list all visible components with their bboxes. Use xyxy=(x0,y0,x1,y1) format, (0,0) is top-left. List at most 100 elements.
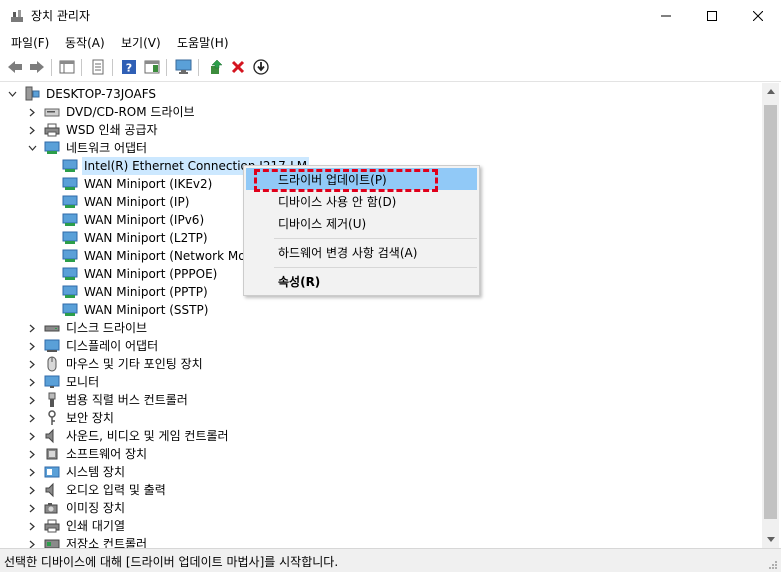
tree-device-wan-ip[interactable]: WAN Miniport (IP) xyxy=(44,193,191,211)
forward-button[interactable] xyxy=(27,57,47,77)
chevron-right-icon[interactable] xyxy=(26,481,38,499)
context-item-properties[interactable]: 속성(R) xyxy=(246,270,477,292)
chevron-right-icon[interactable] xyxy=(26,103,38,121)
system-device-icon xyxy=(44,464,60,480)
menu-view[interactable]: 보기(V) xyxy=(121,34,161,51)
chevron-right-icon[interactable] xyxy=(26,319,38,337)
tree-device-wan-pptp[interactable]: WAN Miniport (PPTP) xyxy=(44,283,210,301)
chevron-right-icon[interactable] xyxy=(26,355,38,373)
maximize-button[interactable] xyxy=(689,0,735,31)
properties-pane-icon xyxy=(59,60,75,74)
scroll-down-icon[interactable] xyxy=(762,531,779,548)
help-button[interactable]: ? xyxy=(119,57,139,77)
tree-category-storage[interactable]: 저장소 컨트롤러 xyxy=(26,535,149,548)
menu-bar: 파일(F) 동작(A) 보기(V) 도움말(H) xyxy=(0,31,781,53)
chevron-right-icon[interactable] xyxy=(26,121,38,139)
tree-root[interactable]: DESKTOP-73JOAFS xyxy=(6,85,158,103)
device-tree[interactable]: DESKTOP-73JOAFS DVD/CD-ROM 드라이브 WSD 인쇄 공… xyxy=(0,83,762,548)
network-adapter-icon xyxy=(62,158,78,174)
mouse-icon xyxy=(44,356,60,372)
tree-category-imaging[interactable]: 이미징 장치 xyxy=(26,499,127,517)
tree-category-disk[interactable]: 디스크 드라이브 xyxy=(26,319,149,337)
resize-grip-icon[interactable] xyxy=(768,559,778,569)
close-icon xyxy=(753,10,763,21)
speaker-icon xyxy=(44,428,60,444)
chevron-down-icon[interactable] xyxy=(6,85,18,103)
context-item-update-driver[interactable]: 드라이버 업데이트(P) xyxy=(246,168,477,190)
printer-icon xyxy=(44,122,60,138)
chevron-right-icon[interactable] xyxy=(26,499,38,517)
context-item-uninstall-device[interactable]: 디바이스 제거(U) xyxy=(246,212,477,234)
chevron-right-icon[interactable] xyxy=(26,445,38,463)
network-adapter-icon xyxy=(62,176,78,192)
chevron-down-icon[interactable] xyxy=(26,139,38,157)
software-device-icon xyxy=(44,446,60,462)
action-pane-button[interactable] xyxy=(142,57,162,77)
context-item-disable-device[interactable]: 디바이스 사용 안 함(D) xyxy=(246,190,477,212)
menu-action[interactable]: 동작(A) xyxy=(65,34,105,51)
menu-file[interactable]: 파일(F) xyxy=(11,34,49,51)
tree-category-security[interactable]: 보안 장치 xyxy=(26,409,116,427)
disk-drive-icon xyxy=(44,320,60,336)
printer-icon xyxy=(44,518,60,534)
context-item-scan-hardware[interactable]: 하드웨어 변경 사항 검색(A) xyxy=(246,241,477,263)
network-adapter-icon xyxy=(62,266,78,282)
tree-category-usb[interactable]: 범용 직렬 버스 컨트롤러 xyxy=(26,391,190,409)
tree-device-wan-sstp[interactable]: WAN Miniport (SSTP) xyxy=(44,301,210,319)
tree-device-wan-pppoe[interactable]: WAN Miniport (PPPOE) xyxy=(44,265,219,283)
minimize-button[interactable] xyxy=(643,0,689,31)
device-list-icon xyxy=(92,59,104,75)
tree-category-dvd[interactable]: DVD/CD-ROM 드라이브 xyxy=(26,103,197,121)
menu-help[interactable]: 도움말(H) xyxy=(177,34,229,51)
scan-hardware-button[interactable] xyxy=(174,57,194,77)
tree-device-wan-ikev2[interactable]: WAN Miniport (IKEv2) xyxy=(44,175,214,193)
uninstall-button[interactable] xyxy=(228,57,248,77)
network-adapter-icon xyxy=(62,248,78,264)
tree-category-print-queue[interactable]: 인쇄 대기열 xyxy=(26,517,127,535)
tree-category-audio-io[interactable]: 오디오 입력 및 출력 xyxy=(26,481,168,499)
monitor-scan-icon xyxy=(175,59,192,74)
device-list-button[interactable] xyxy=(88,57,108,77)
update-driver-button[interactable] xyxy=(206,57,226,77)
network-adapter-icon xyxy=(62,212,78,228)
scroll-thumb[interactable] xyxy=(764,105,777,519)
tree-category-sound[interactable]: 사운드, 비디오 및 게임 컨트롤러 xyxy=(26,427,231,445)
chevron-right-icon[interactable] xyxy=(26,391,38,409)
minimize-icon xyxy=(661,15,671,16)
vertical-scrollbar[interactable] xyxy=(762,83,779,548)
tree-category-wsd[interactable]: WSD 인쇄 공급자 xyxy=(26,121,160,139)
download-icon xyxy=(253,59,269,75)
download-button[interactable] xyxy=(251,57,271,77)
scroll-up-icon[interactable] xyxy=(762,83,779,100)
tree-device-wan-l2tp[interactable]: WAN Miniport (L2TP) xyxy=(44,229,210,247)
tree-device-wan-ipv6[interactable]: WAN Miniport (IPv6) xyxy=(44,211,206,229)
camera-icon xyxy=(44,500,60,516)
display-adapter-icon xyxy=(44,338,60,354)
chevron-right-icon[interactable] xyxy=(26,409,38,427)
chevron-right-icon[interactable] xyxy=(26,373,38,391)
monitor-icon xyxy=(44,374,60,390)
network-adapter-icon xyxy=(62,194,78,210)
network-adapter-icon xyxy=(62,284,78,300)
tree-category-mouse[interactable]: 마우스 및 기타 포인팅 장치 xyxy=(26,355,205,373)
computer-name: DESKTOP-73JOAFS xyxy=(46,87,157,101)
back-button[interactable] xyxy=(5,57,25,77)
tree-category-monitor[interactable]: 모니터 xyxy=(26,373,101,391)
close-button[interactable] xyxy=(735,0,781,31)
context-separator xyxy=(274,238,477,239)
properties-pane-button[interactable] xyxy=(57,57,77,77)
help-icon: ? xyxy=(122,60,136,75)
chevron-right-icon[interactable] xyxy=(26,535,38,548)
chevron-right-icon[interactable] xyxy=(26,517,38,535)
tree-category-network[interactable]: 네트워크 어댑터 xyxy=(26,139,149,157)
computer-icon xyxy=(24,86,40,102)
chevron-right-icon[interactable] xyxy=(26,427,38,445)
forward-icon xyxy=(30,61,44,73)
dvd-drive-icon xyxy=(44,104,60,120)
tree-category-software[interactable]: 소프트웨어 장치 xyxy=(26,445,149,463)
tree-category-display[interactable]: 디스플레이 어댑터 xyxy=(26,337,160,355)
chevron-right-icon[interactable] xyxy=(26,337,38,355)
chevron-right-icon[interactable] xyxy=(26,463,38,481)
network-adapter-icon xyxy=(62,302,78,318)
tree-category-system[interactable]: 시스템 장치 xyxy=(26,463,127,481)
